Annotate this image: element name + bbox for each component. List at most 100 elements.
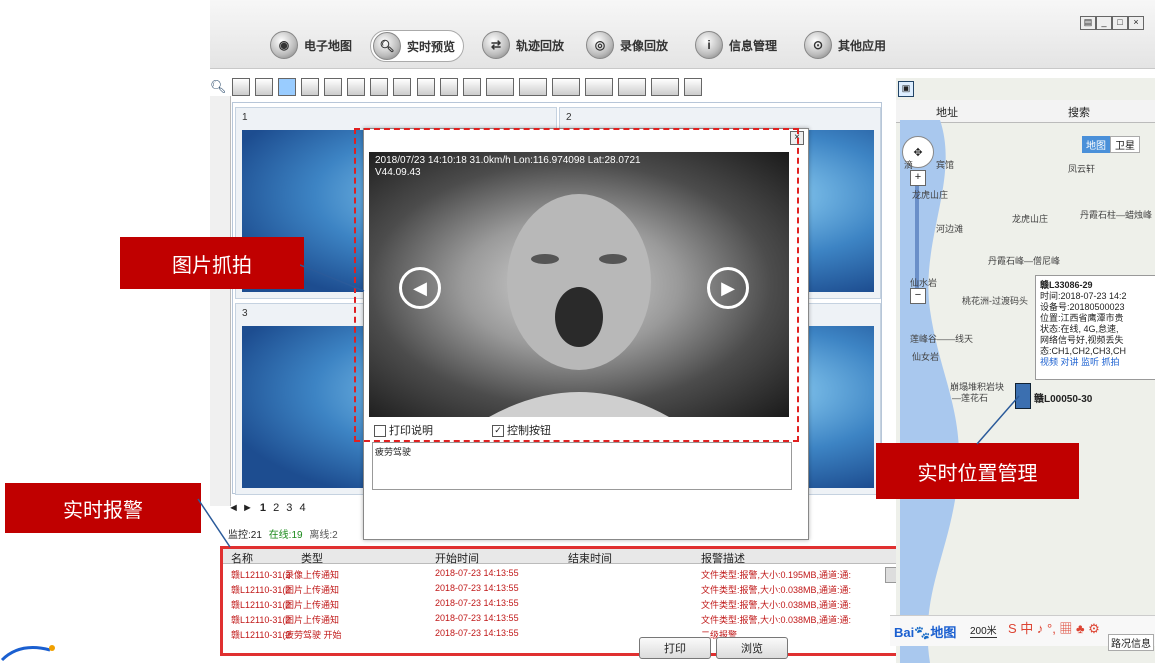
capture-dropdown[interactable] bbox=[485, 78, 514, 96]
place-label: 龙虎山庄 bbox=[1012, 214, 1049, 224]
table-row[interactable]: 赣L12110-31(2 录像上传通知 2018-07-23 14:13:55 … bbox=[223, 567, 901, 581]
zoom-in-icon[interactable] bbox=[393, 78, 412, 96]
cell-name: 赣L12110-31(2 bbox=[231, 570, 291, 580]
cell-name: 赣L12110-31(2 bbox=[231, 600, 291, 610]
nav-label: 录像回放 bbox=[620, 38, 669, 53]
place-label: 莲峰谷——线天 bbox=[910, 334, 974, 344]
snapshot-highlight bbox=[354, 128, 799, 442]
col-end-time[interactable]: 结束时间 bbox=[568, 550, 612, 566]
video-cell-number: 2 bbox=[566, 112, 572, 123]
place-label: 丹霞石峰—僧尼峰 bbox=[988, 256, 1061, 266]
cell-desc: 文件类型:报警,大小:0.038MB,通道:通: bbox=[701, 600, 852, 610]
nav-track-playback[interactable]: ⇄ 轨迹回放 bbox=[482, 30, 564, 60]
col-start-time[interactable]: 开始时间 bbox=[435, 550, 479, 566]
browse-button[interactable]: 浏览 bbox=[716, 637, 788, 659]
tab-map[interactable]: 地图 bbox=[1082, 136, 1110, 153]
camera-dropdown[interactable] bbox=[551, 78, 580, 96]
col-description[interactable]: 报警描述 bbox=[701, 550, 745, 566]
nav-label: 其他应用 bbox=[838, 38, 887, 53]
vehicle-label[interactable]: 赣L00050-30 bbox=[1034, 390, 1092, 405]
page-tabs: ◄ ► 1 2 3 4 bbox=[228, 502, 368, 516]
zoom-out-icon[interactable] bbox=[416, 78, 435, 96]
address-label[interactable]: 地址 bbox=[936, 104, 958, 120]
layout-6-icon[interactable] bbox=[301, 78, 320, 96]
layout-1-icon[interactable] bbox=[232, 78, 250, 96]
nav-electronic-map[interactable]: ◉ 电子地图 bbox=[270, 30, 352, 60]
search-icon[interactable]: 🔍︎ bbox=[210, 79, 227, 95]
nav-label: 实时预览 bbox=[407, 39, 456, 54]
place-label: 龙虎山庄 bbox=[912, 190, 949, 200]
zoom-in-icon[interactable]: + bbox=[910, 170, 926, 186]
col-type[interactable]: 类型 bbox=[301, 550, 323, 566]
map-bottom-bar: Bai🐾地图 200米 S 中 ♪ °, ▦ ♣ ⚙ 路况信息 bbox=[890, 615, 1155, 651]
tab-page-1[interactable]: 1 bbox=[260, 502, 266, 514]
popup-network: 网络信号好,视频丢失 bbox=[1040, 335, 1124, 345]
audio-dropdown[interactable] bbox=[584, 78, 613, 96]
popup-position: 位置:江西省鹰潭市贵 bbox=[1040, 313, 1124, 323]
table-row[interactable]: 赣L12110-31(2 图片上传通知 2018-07-23 14:13:55 … bbox=[223, 597, 901, 611]
save-icon[interactable]: ▣ bbox=[898, 81, 914, 97]
download-icon[interactable] bbox=[462, 78, 481, 96]
table-row[interactable]: 赣L12110-31(2 疲劳驾驶 开始 2018-07-23 14:13:55… bbox=[223, 627, 901, 641]
refresh-icon[interactable] bbox=[439, 78, 458, 96]
ime-toolbar-icon[interactable]: S 中 ♪ °, ▦ ♣ ⚙ bbox=[1008, 618, 1100, 637]
stop-dropdown[interactable] bbox=[651, 78, 679, 96]
next-page-button[interactable]: ► bbox=[242, 502, 253, 514]
popup-time: 时间:2018-07-23 14:2 bbox=[1040, 291, 1127, 301]
layout-8-icon[interactable] bbox=[324, 78, 343, 96]
menu-icon[interactable]: ▤ bbox=[1080, 16, 1096, 30]
tab-page-2[interactable]: 2 bbox=[273, 502, 279, 514]
cell-desc: 文件类型:报警,大小:0.195MB,通道:通: bbox=[701, 570, 852, 580]
minimize-icon[interactable]: _ bbox=[1096, 16, 1112, 30]
layout-9-icon[interactable] bbox=[347, 78, 366, 96]
cell-start: 2018-07-23 14:13:55 bbox=[435, 613, 519, 623]
nav-other-apps[interactable]: ⊙ 其他应用 bbox=[804, 30, 886, 60]
print-button[interactable]: 打印 bbox=[639, 637, 711, 659]
map-type-switch: 地图 卫星 bbox=[1082, 136, 1140, 153]
cell-name: 赣L12110-31(2 bbox=[231, 630, 291, 640]
online-count: 在线:19 bbox=[268, 530, 303, 541]
tab-satellite[interactable]: 卫星 bbox=[1110, 136, 1140, 153]
nav-info-management[interactable]: i 信息管理 bbox=[695, 30, 777, 60]
globe-icon: ◉ bbox=[270, 31, 298, 59]
nav-video-playback[interactable]: ◎ 录像回放 bbox=[586, 30, 668, 60]
popup-state: 状态:在线, 4G,怠速, bbox=[1040, 324, 1119, 334]
cell-start: 2018-07-23 14:13:55 bbox=[435, 598, 519, 608]
popup-plate: 赣L33086-29 bbox=[1040, 280, 1093, 290]
nav-realtime-preview[interactable]: 🔍︎ 实时预览 bbox=[370, 30, 465, 62]
popup-actions[interactable]: 视频 对讲 监听 抓拍 bbox=[1040, 357, 1155, 368]
tab-page-4[interactable]: 4 bbox=[299, 502, 305, 514]
company-logo bbox=[0, 640, 60, 663]
video-cell-number: 3 bbox=[242, 308, 248, 319]
search-button[interactable]: 搜索 bbox=[1068, 104, 1090, 120]
status-bar: 监控:21 在线:19 离线:2 bbox=[228, 526, 378, 541]
place-label: 丹霞石柱—蜡烛峰 bbox=[1080, 210, 1153, 220]
nav-label: 电子地图 bbox=[304, 38, 353, 53]
vehicle-info-popup[interactable]: 赣L33086-29 时间:2018-07-23 14:2 设备号:201805… bbox=[1035, 275, 1155, 380]
stream-dropdown[interactable] bbox=[518, 78, 547, 96]
video-icon: ◎ bbox=[586, 31, 614, 59]
note-textarea[interactable]: 疲劳驾驶 bbox=[372, 442, 792, 490]
table-row[interactable]: 赣L12110-31(2 图片上传通知 2018-07-23 14:13:55 … bbox=[223, 612, 901, 626]
close-icon[interactable]: × bbox=[1128, 16, 1144, 30]
track-icon: ⇄ bbox=[482, 31, 510, 59]
callout-line bbox=[197, 498, 231, 548]
tab-page-3[interactable]: 3 bbox=[286, 502, 292, 514]
left-scroll-strip[interactable] bbox=[210, 96, 231, 506]
place-label: 桃花洲-过渡码头 bbox=[962, 296, 1028, 306]
zoom-out-icon[interactable]: − bbox=[910, 288, 926, 304]
cell-name: 赣L12110-31(2 bbox=[231, 585, 291, 595]
cell-start: 2018-07-23 14:13:55 bbox=[435, 628, 519, 638]
maximize-icon[interactable]: □ bbox=[1112, 16, 1128, 30]
place-label: 宾馆 bbox=[936, 160, 955, 170]
layout-2-icon[interactable] bbox=[255, 78, 274, 96]
play-dropdown[interactable] bbox=[617, 78, 646, 96]
table-row[interactable]: 赣L12110-31(2 图片上传通知 2018-07-23 14:13:55 … bbox=[223, 582, 901, 596]
layout-16-icon[interactable] bbox=[370, 78, 389, 96]
cell-desc: 文件类型:报警,大小:0.038MB,通道:通: bbox=[701, 615, 852, 625]
traffic-info-button[interactable]: 路况信息 bbox=[1108, 634, 1154, 651]
fullscreen-icon[interactable] bbox=[684, 78, 703, 96]
layout-4-icon[interactable] bbox=[278, 78, 297, 96]
cell-desc: 文件类型:报警,大小:0.038MB,通道:通: bbox=[701, 585, 852, 595]
video-cell-number: 1 bbox=[242, 112, 248, 123]
